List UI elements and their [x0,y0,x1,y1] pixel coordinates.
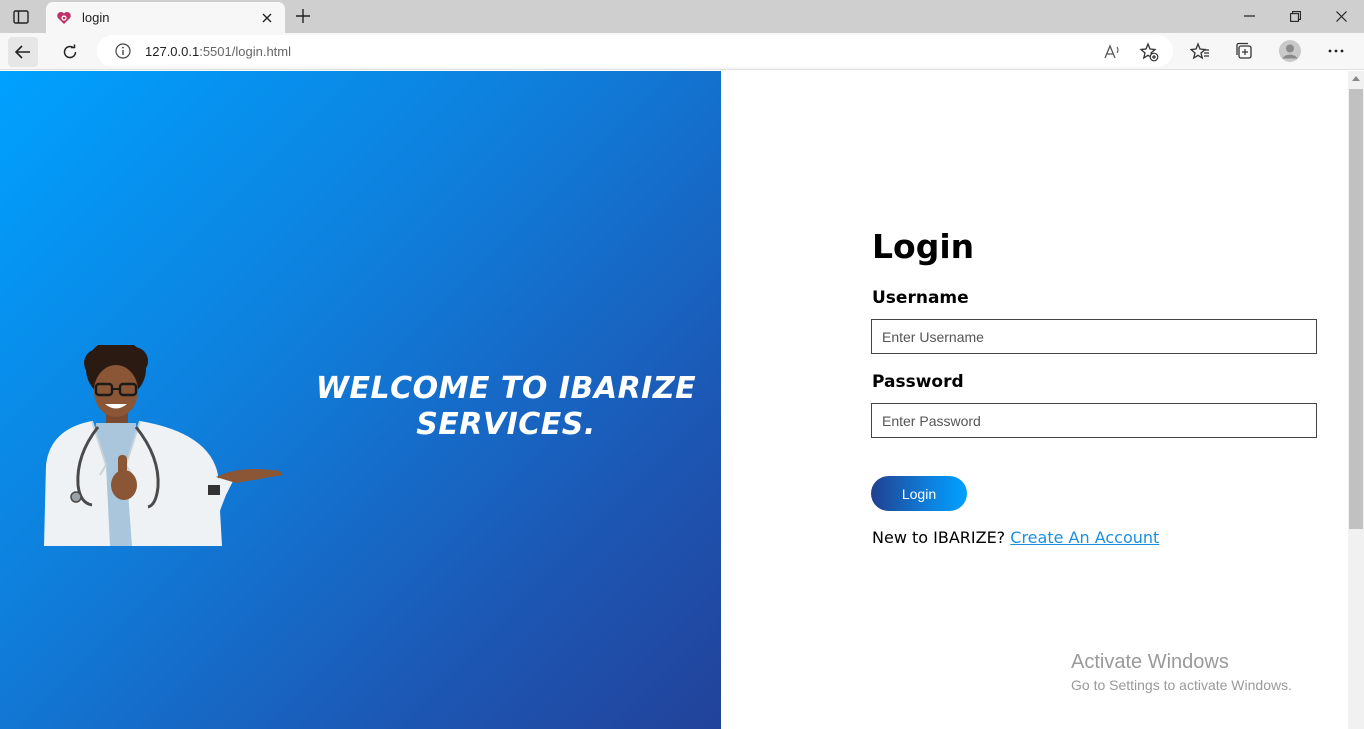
login-title: Login [872,227,975,266]
vertical-scrollbar[interactable] [1348,71,1364,729]
scrollbar-thumb[interactable] [1349,89,1363,529]
url-path: :5501/login.html [199,43,291,59]
more-menu-icon[interactable] [1323,38,1349,64]
add-favorite-icon[interactable] [1138,41,1160,63]
tab-close-icon[interactable] [257,8,277,28]
activate-windows-subtitle: Go to Settings to activate Windows. [1071,677,1292,693]
minimize-icon[interactable] [1236,4,1262,28]
hero-panel: WELCOME TO IBARIZE SERVICES. [0,71,721,729]
welcome-line-1: WELCOME TO IBARIZE [315,371,697,406]
read-aloud-icon[interactable] [1102,41,1124,63]
password-label: Password [872,372,964,392]
password-input[interactable] [871,403,1317,438]
welcome-line-2: SERVICES. [416,407,596,442]
signup-prompt-line: New to IBARIZE? Create An Account [872,528,1159,547]
reload-icon[interactable] [55,37,85,67]
signup-prompt: New to IBARIZE? [872,528,1006,547]
collections-icon[interactable] [1231,38,1257,64]
url-host: 127.0.0.1 [145,43,200,59]
favorites-icon[interactable] [1187,38,1213,64]
username-label: Username [872,288,969,308]
scroll-up-arrow-icon[interactable] [1352,76,1360,81]
info-icon[interactable] [114,42,132,60]
close-window-icon[interactable] [1328,4,1354,28]
tab-title: login [82,10,110,25]
tab-bar: login [0,0,1364,33]
sidebar-toggle-icon[interactable] [10,7,32,27]
welcome-heading: WELCOME TO IBARIZE SERVICES. [306,371,706,443]
activate-windows-watermark: Activate Windows Go to Settings to activ… [1071,651,1292,693]
address-bar[interactable]: 127.0.0.1:5501/login.html [97,35,1173,67]
url-text[interactable]: 127.0.0.1:5501/login.html [145,44,291,59]
browser-tab[interactable]: login [46,2,285,33]
username-input[interactable] [871,319,1317,354]
heart-favicon-icon [56,10,72,26]
page-content: WELCOME TO IBARIZE SERVICES. Login Usern… [0,71,1364,729]
new-tab-icon[interactable] [292,5,314,27]
restore-icon[interactable] [1282,4,1308,28]
login-button[interactable]: Login [871,476,967,511]
navigation-bar: 127.0.0.1:5501/login.html [0,33,1364,70]
profile-avatar-icon[interactable] [1277,38,1303,64]
create-account-link[interactable]: Create An Account [1010,528,1159,547]
activate-windows-title: Activate Windows [1071,651,1229,673]
doctor-illustration [44,345,283,546]
back-arrow-icon[interactable] [8,37,38,67]
